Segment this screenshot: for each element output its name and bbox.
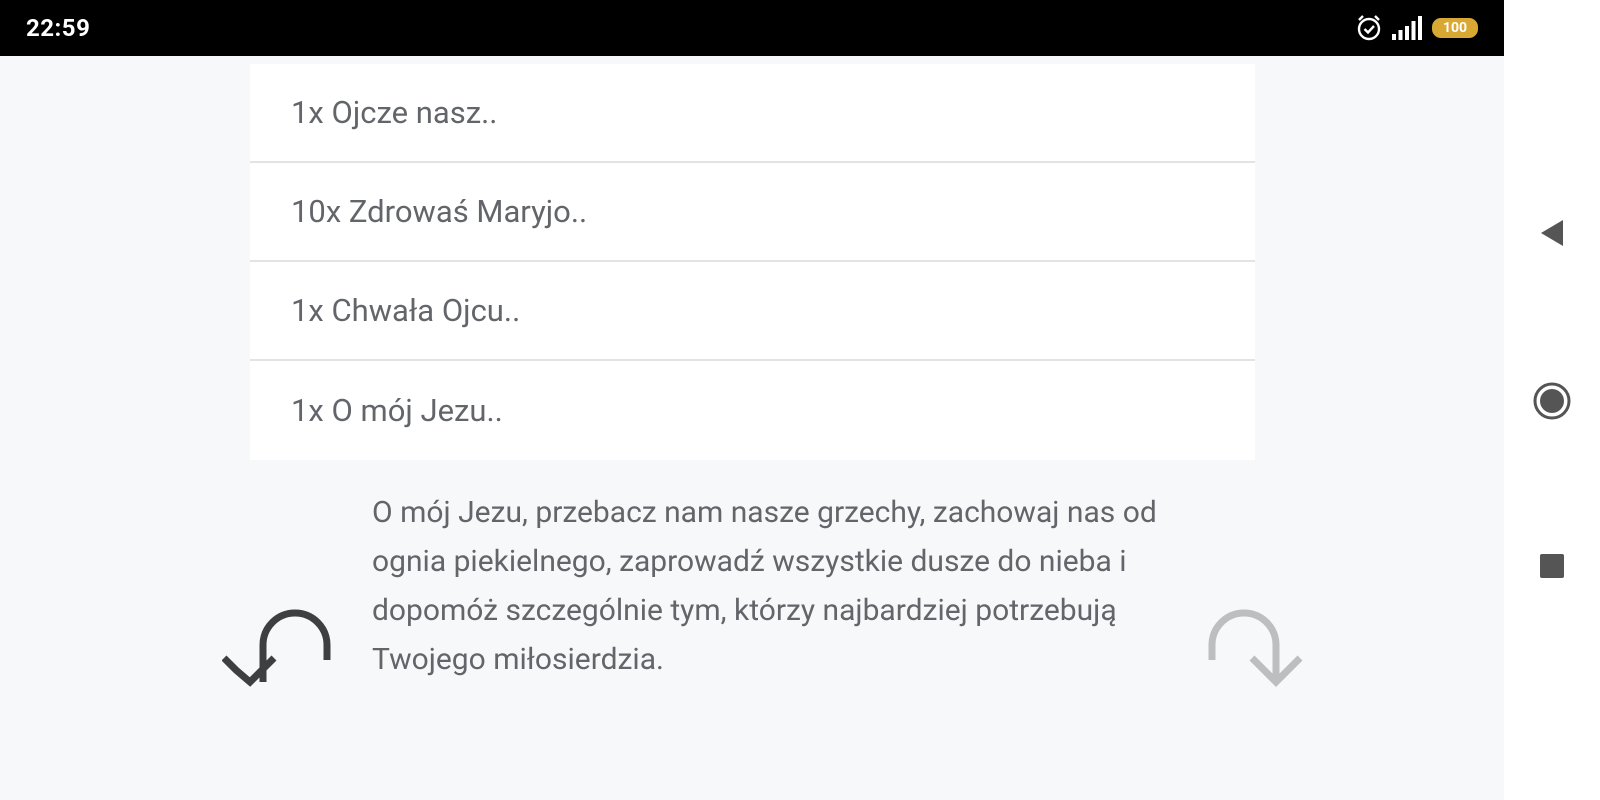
back-button[interactable] <box>1504 218 1600 248</box>
home-button[interactable] <box>1504 381 1600 421</box>
recents-icon <box>1540 554 1564 578</box>
status-bar: 22:59 100 <box>0 0 1504 56</box>
app-screen: 22:59 100 1x Ojcze nasz.. 10x Zdrowaś Ma… <box>0 0 1504 800</box>
battery-icon: 100 <box>1432 18 1478 38</box>
list-item[interactable]: 1x Chwała Ojcu.. <box>250 262 1255 361</box>
status-icons: 100 <box>1356 12 1478 44</box>
status-time: 22:59 <box>26 14 91 42</box>
previous-button[interactable] <box>221 600 332 690</box>
system-navigation-bar <box>1504 0 1600 800</box>
list-item[interactable]: 1x Ojcze nasz.. <box>250 64 1255 163</box>
redo-arrow-icon <box>1208 609 1303 687</box>
undo-arrow-icon <box>221 609 331 687</box>
list-item[interactable]: 10x Zdrowaś Maryjo.. <box>250 163 1255 262</box>
back-icon <box>1541 220 1563 246</box>
home-icon <box>1533 382 1571 420</box>
alarm-icon <box>1356 14 1382 42</box>
next-button[interactable] <box>1198 600 1308 690</box>
signal-icon <box>1392 16 1422 40</box>
recents-button[interactable] <box>1504 553 1600 579</box>
prayer-list: 1x Ojcze nasz.. 10x Zdrowaś Maryjo.. 1x … <box>250 64 1255 460</box>
prayer-text: O mój Jezu, przebacz nam nasze grzechy, … <box>372 495 1157 677</box>
list-item[interactable]: 1x O mój Jezu.. <box>250 361 1255 460</box>
